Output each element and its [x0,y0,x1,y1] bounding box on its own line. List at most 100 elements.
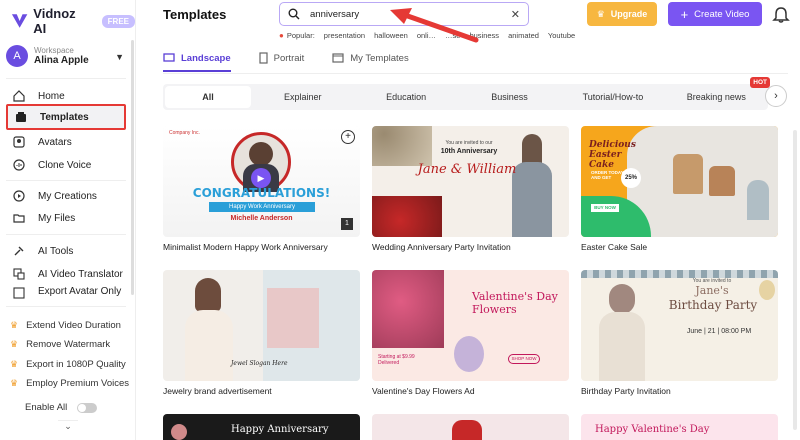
card-subline: Happy Work Anniversary [209,202,315,212]
plus-icon: + [680,6,689,22]
template-card[interactable]: Valentine's Day Flowers SHOP NOW Startin… [372,270,569,396]
card-headline: CONGRATULATIONS! [192,186,331,200]
category-tutorial[interactable]: Tutorial/How-to [561,86,664,108]
sidebar-item-label: AI Video Translator [38,268,123,280]
sidebar-item-label: My Files [38,212,76,224]
promo-premium-voices[interactable]: ♛ Employ Premium Voices [10,378,129,389]
sidebar-item-clone-voice[interactable]: Clone Voice [6,153,126,177]
template-thumbnail[interactable]: Delicious Easter Cake ORDER TODAY AND GE… [581,126,778,237]
create-video-label: Create Video [694,8,750,20]
bell-icon[interactable] [772,6,790,24]
category-breaking-news[interactable]: Breaking news HOT [665,77,771,108]
avatar-icon [12,135,26,149]
play-icon [12,189,26,203]
sidebar-item-my-files[interactable]: My Files [6,206,126,230]
sidebar-item-ai-tools[interactable]: AI Tools [6,239,126,263]
close-icon[interactable]: ✕ [511,8,520,21]
template-thumbnail[interactable]: You are invited to our 10th Anniversary … [372,126,569,237]
shop-now-label: SHOP NOW [508,354,540,364]
add-icon[interactable]: + [341,130,355,144]
company-text: Company Inc. [169,130,200,136]
template-thumbnail[interactable]: Happy Anniversary [163,414,360,440]
divider [6,234,126,235]
sidebar-item-label: Export Avatar Only [38,286,122,297]
sidebar-item-label: Avatars [38,136,72,148]
template-thumbnail[interactable]: Happy Valentine's Day [581,414,778,440]
template-card[interactable]: You are invited to our 10th Anniversary … [372,126,569,252]
card-headline: Happy Anniversary [231,424,329,435]
templates-icon [14,110,28,124]
category-education[interactable]: Education [354,86,457,108]
tab-portrait[interactable]: Portrait [259,46,305,70]
tab-label: Portrait [273,52,305,64]
template-card[interactable]: You are invited to Jane's Birthday Party… [581,270,778,396]
sidebar-item-label: My Creations [38,190,97,202]
upgrade-label: Upgrade [610,9,648,19]
chevron-right-icon[interactable]: › [765,85,787,107]
popular-label: Popular: [286,31,315,40]
workspace-selector[interactable]: A Workspace Alina Apple ▼ [6,42,128,70]
template-card[interactable]: Company Inc. ▶ CONGRATULATIONS! Happy Wo… [163,126,360,252]
discount-badge: 25% [621,168,641,188]
export-icon [12,286,26,300]
chevron-down-icon[interactable]: ⌄ [58,420,78,434]
red-arrow-annotation [390,8,479,43]
app-logo[interactable]: Vidnoz AI FREE [10,6,135,36]
popular-tag[interactable]: Youtube [548,31,575,40]
crown-icon: ♛ [596,8,605,19]
template-thumbnail[interactable]: Jewel Slogan Here [163,270,360,381]
template-thumbnail[interactable]: Company Inc. ▶ CONGRATULATIONS! Happy Wo… [163,126,360,237]
promo-extend-duration[interactable]: ♛ Extend Video Duration [10,320,121,331]
category-all[interactable]: All [165,86,251,108]
promo-remove-watermark[interactable]: ♛ Remove Watermark [10,339,110,350]
card-title: Jewelry brand advertisement [163,386,272,396]
tab-label: My Templates [350,52,409,64]
card-subline: Starting at $9.99 Delivered [378,354,415,366]
template-thumbnail[interactable]: Valentine's Day Flowers SHOP NOW Startin… [372,270,569,381]
sidebar-item-templates[interactable]: Templates [6,104,126,130]
sidebar-scrollbar[interactable] [131,40,134,295]
create-video-button[interactable]: + Create Video [668,2,762,26]
card-headline: Jewel Slogan Here [231,360,288,367]
card-title: Wedding Anniversary Party Invitation [372,242,511,252]
category-label: Breaking news [686,92,746,102]
template-card[interactable]: Happy Valentine's Day [581,414,778,440]
sidebar-item-my-creations[interactable]: My Creations [6,184,126,208]
category-explainer[interactable]: Explainer [251,86,354,108]
sidebar-item-ai-video-translator[interactable]: AI Video Translator [6,262,126,286]
template-card[interactable]: Delicious Easter Cake ORDER TODAY AND GE… [581,126,778,252]
tab-my-templates[interactable]: My Templates [332,46,409,70]
crown-icon: ♛ [10,320,19,330]
template-thumbnail[interactable]: You are invited to Jane's Birthday Party… [581,270,778,381]
enable-all-label: Enable All [25,402,68,413]
divider [6,78,126,79]
enable-all-toggle[interactable] [77,402,98,413]
sidebar-item-label: AI Tools [38,245,74,257]
popular-tag[interactable]: presentation [324,31,365,40]
template-thumbnail[interactable] [372,414,569,440]
promo-label: Extend Video Duration [26,320,121,331]
card-title: Valentine's Day Flowers Ad [372,386,475,396]
portrait-icon [259,52,268,64]
sidebar-item-export-avatar-only[interactable]: Export Avatar Only [6,286,126,300]
upgrade-button[interactable]: ♛ Upgrade [587,2,657,26]
promo-export-1080p[interactable]: ♛ Export in 1080P Quality [10,359,126,370]
tab-landscape[interactable]: Landscape [163,46,231,72]
tab-label: Landscape [181,52,231,64]
search-icon [288,8,300,20]
card-headline: 10th Anniversary [440,148,498,155]
card-headline: Happy Valentine's Day [595,424,710,435]
category-business[interactable]: Business [458,86,561,108]
play-icon[interactable]: ▶ [251,168,271,188]
popular-tag[interactable]: animated [508,31,539,40]
page-title: Templates [163,7,227,22]
main-scrollbar[interactable] [793,130,797,430]
template-card[interactable]: Happy Anniversary [163,414,360,440]
fire-icon: ● [279,31,284,40]
template-card[interactable]: Jewel Slogan Here Jewelry brand advertis… [163,270,360,396]
template-card[interactable] [372,414,569,440]
my-templates-icon [332,53,344,63]
card-title: Minimalist Modern Happy Work Anniversary [163,242,328,252]
sidebar-item-avatars[interactable]: Avatars [6,130,126,154]
folder-icon [12,211,26,225]
